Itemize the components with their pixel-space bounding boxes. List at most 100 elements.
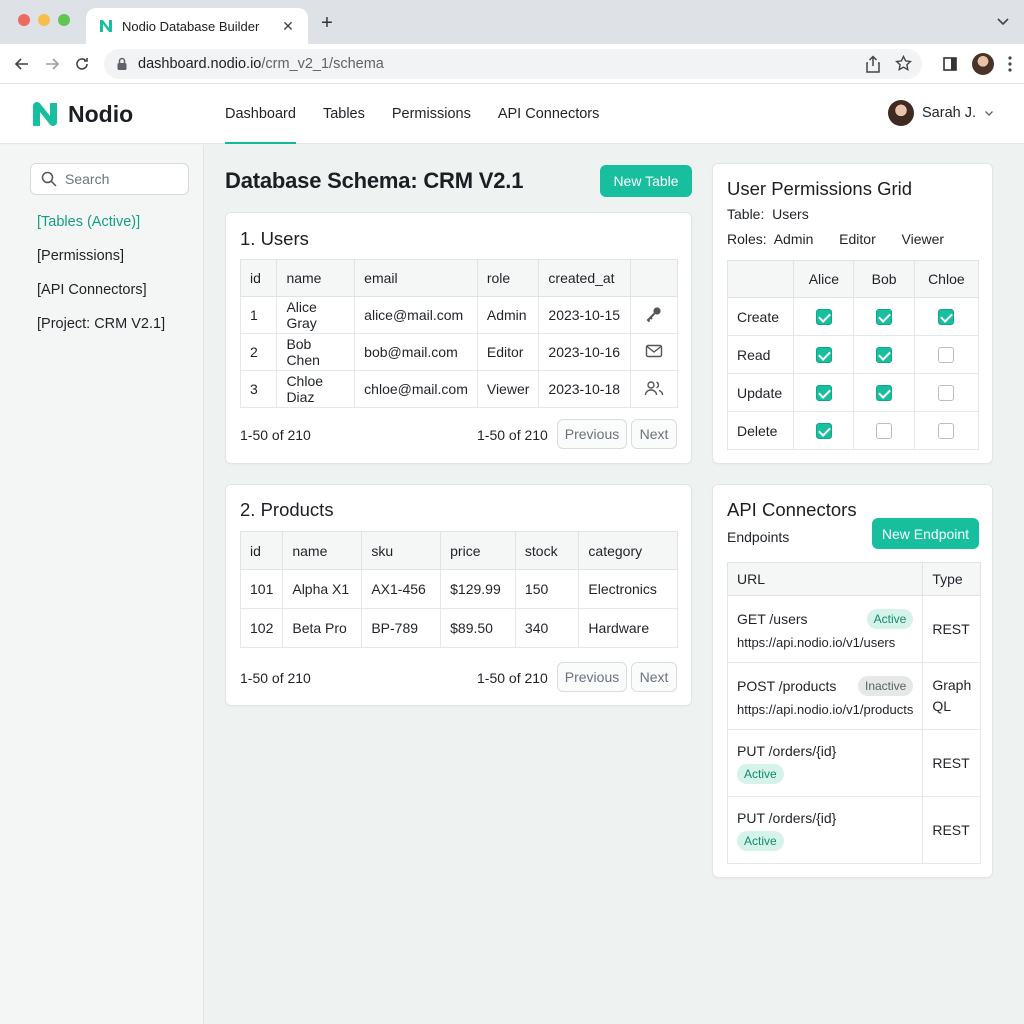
key-icon[interactable] xyxy=(645,305,663,323)
address-bar[interactable]: dashboard.nodio.io/crm_v2_1/schema xyxy=(104,49,922,79)
role-editor[interactable]: Editor xyxy=(839,231,876,247)
permissions-card: User Permissions Grid Table: Users Roles… xyxy=(712,163,993,464)
page-title: Database Schema: CRM V2.1 xyxy=(225,168,524,193)
permission-cell xyxy=(793,373,855,412)
column-header-id[interactable]: id xyxy=(239,259,278,297)
permission-label: Update xyxy=(726,373,795,412)
sidebar-item-project[interactable]: [Project: CRM V2.1] xyxy=(37,316,165,332)
checkbox-unchecked[interactable] xyxy=(876,423,893,440)
chevron-down-icon[interactable] xyxy=(996,14,1010,28)
nav-api-connectors[interactable]: API Connectors xyxy=(498,84,600,144)
table-row[interactable]: 3 Chloe Diaz chloe@mail.com Viewer 2023-… xyxy=(239,370,679,408)
logo[interactable]: Nodio xyxy=(30,99,133,129)
column-header-email[interactable]: email xyxy=(354,259,478,297)
cell-name: Beta Pro xyxy=(282,608,363,648)
new-table-button[interactable]: New Table xyxy=(600,165,692,197)
column-header-role[interactable]: role xyxy=(476,259,540,297)
next-button[interactable]: Next xyxy=(631,419,677,449)
sidebar-toggle-icon[interactable] xyxy=(942,56,958,72)
checkbox-unchecked[interactable] xyxy=(938,347,955,364)
next-button[interactable]: Next xyxy=(631,662,677,692)
nav-permissions[interactable]: Permissions xyxy=(392,84,471,144)
nodio-logo-icon xyxy=(33,102,57,126)
close-tab-icon[interactable]: ✕ xyxy=(280,18,296,35)
more-options-icon[interactable] xyxy=(1008,56,1012,72)
role-viewer[interactable]: Viewer xyxy=(902,231,945,247)
endpoint-cell: PUT /orders/{id} Active xyxy=(726,796,924,864)
nav-dashboard[interactable]: Dashboard xyxy=(225,84,296,144)
minimize-window-button[interactable] xyxy=(38,14,50,26)
status-badge: Active xyxy=(866,608,914,629)
sidebar-item-tables[interactable]: [Tables (Active)] xyxy=(37,214,140,230)
star-icon[interactable] xyxy=(895,55,912,72)
permission-cell xyxy=(793,335,855,374)
endpoint-url: https://api.nodio.io/v1/users xyxy=(737,634,896,650)
checkbox-checked[interactable] xyxy=(938,309,955,326)
column-header-price[interactable]: price xyxy=(440,531,516,570)
maximize-window-button[interactable] xyxy=(58,14,70,26)
permissions-header-row: Alice Bob Chloe xyxy=(726,260,980,298)
column-header-name[interactable]: name xyxy=(282,531,363,570)
column-header-name[interactable]: name xyxy=(276,259,356,297)
cell-price: $129.99 xyxy=(440,569,516,609)
share-icon[interactable] xyxy=(865,55,881,73)
endpoint-url: https://api.nodio.io/v1/products xyxy=(737,701,914,717)
table-row[interactable]: 2 Bob Chen bob@mail.com Editor 2023-10-1… xyxy=(239,333,679,371)
new-endpoint-button[interactable]: New Endpoint xyxy=(872,518,979,549)
checkbox-checked[interactable] xyxy=(876,347,893,364)
nav-tables[interactable]: Tables xyxy=(323,84,365,144)
cell-id: 1 xyxy=(239,296,278,334)
checkbox-checked[interactable] xyxy=(815,423,832,440)
checkbox-checked[interactable] xyxy=(815,347,832,364)
table-row[interactable]: 101 Alpha X1 AX1-456 $129.99 150 Electro… xyxy=(239,569,678,609)
profile-avatar[interactable] xyxy=(972,53,994,75)
search-input[interactable] xyxy=(65,171,175,187)
arrow-left-icon xyxy=(14,58,28,70)
arrow-right-icon xyxy=(46,58,60,70)
browser-toolbar: dashboard.nodio.io/crm_v2_1/schema xyxy=(0,44,1024,84)
checkbox-checked[interactable] xyxy=(876,385,893,402)
table-row[interactable]: POST /products Inactive https://api.nodi… xyxy=(726,662,982,730)
browser-tab[interactable]: Nodio Database Builder ✕ xyxy=(86,8,308,44)
table-row[interactable]: GET /users Active https://api.nodio.io/v… xyxy=(726,595,982,663)
checkbox-unchecked[interactable] xyxy=(938,385,955,402)
users-icon[interactable] xyxy=(644,380,664,396)
column-header-stock[interactable]: stock xyxy=(514,531,580,570)
table-row[interactable]: 102 Beta Pro BP-789 $89.50 340 Hardware xyxy=(239,608,678,648)
sidebar-item-api-connectors[interactable]: [API Connectors] xyxy=(37,282,147,298)
column-header-created-at[interactable]: created_at xyxy=(538,259,631,297)
close-window-button[interactable] xyxy=(18,14,30,26)
checkbox-unchecked[interactable] xyxy=(938,423,955,440)
cell-created-at: 2023-10-16 xyxy=(538,333,631,371)
column-header-sku[interactable]: sku xyxy=(361,531,442,570)
checkbox-checked[interactable] xyxy=(815,385,832,402)
user-menu[interactable]: Sarah J. xyxy=(888,100,994,126)
column-header-category[interactable]: category xyxy=(578,531,678,570)
previous-button[interactable]: Previous xyxy=(557,419,627,449)
endpoint-type: REST xyxy=(922,595,982,663)
table-value[interactable]: Users xyxy=(772,206,809,222)
previous-button[interactable]: Previous xyxy=(557,662,627,692)
mail-icon[interactable] xyxy=(645,344,663,358)
new-tab-button[interactable]: + xyxy=(316,12,338,34)
table-row[interactable]: PUT /orders/{id} Active REST xyxy=(726,729,982,797)
back-button[interactable] xyxy=(12,54,32,74)
role-admin[interactable]: Admin xyxy=(774,231,814,247)
column-header-id[interactable]: id xyxy=(239,531,284,570)
checkbox-checked[interactable] xyxy=(815,309,832,326)
checkbox-checked[interactable] xyxy=(876,309,893,326)
table-row[interactable]: PUT /orders/{id} Active REST xyxy=(726,796,982,864)
reload-button[interactable] xyxy=(72,54,92,74)
cell-id: 102 xyxy=(239,608,284,648)
cell-email: bob@mail.com xyxy=(354,333,478,371)
permission-cell xyxy=(793,297,855,336)
pagination-summary: 1-50 of 210 xyxy=(240,670,311,686)
search-icon xyxy=(41,171,57,187)
sidebar-item-permissions[interactable]: [Permissions] xyxy=(37,248,124,264)
permissions-grid: Alice Bob Chloe Create Read Update Delet… xyxy=(726,260,980,450)
cell-name: Alpha X1 xyxy=(282,569,363,609)
logo-text: Nodio xyxy=(68,100,134,127)
forward-button[interactable] xyxy=(42,54,62,74)
table-row[interactable]: 1 Alice Gray alice@mail.com Admin 2023-1… xyxy=(239,296,679,334)
endpoint-type: REST xyxy=(922,729,982,797)
